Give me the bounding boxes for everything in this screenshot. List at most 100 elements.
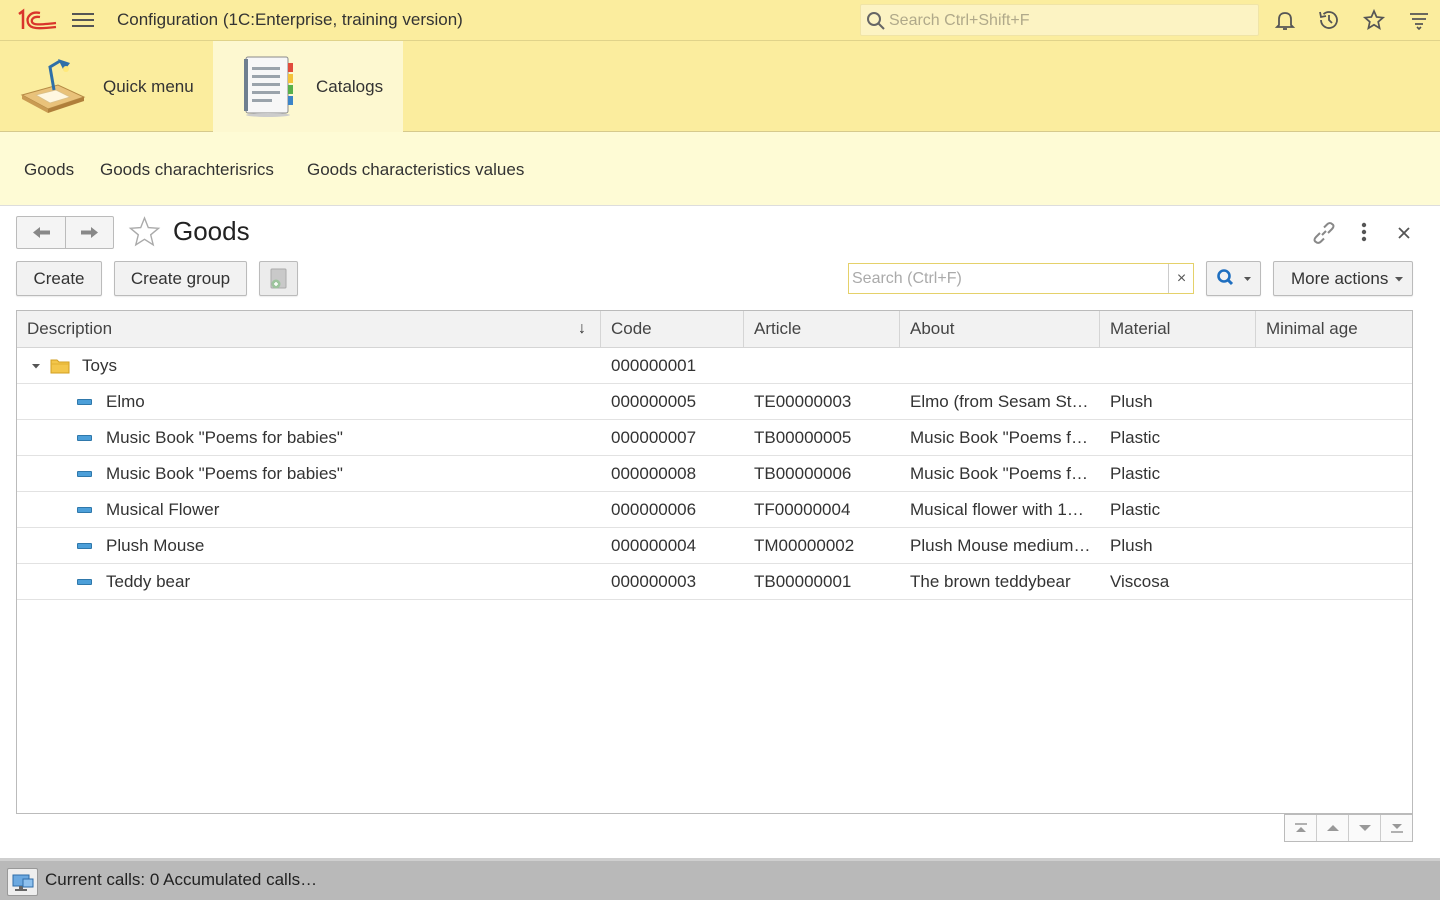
close-icon[interactable] [1391, 220, 1417, 246]
copy-button[interactable] [259, 261, 298, 296]
goods-table[interactable]: Description ↓ Code Article About Materia… [16, 310, 1413, 814]
cell-code: 000000004 [611, 536, 697, 555]
global-search-input[interactable] [889, 10, 1249, 32]
cell-about: Elmo (from Sesam St… [910, 392, 1089, 411]
section-label: Quick menu [103, 77, 194, 96]
table-row[interactable]: Music Book "Poems for babies" 000000008 … [17, 456, 1412, 492]
scroll-to-bottom-icon [1391, 824, 1403, 833]
navigation-buttons [16, 216, 114, 249]
cell-material: Viscosa [1110, 572, 1170, 591]
table-row[interactable]: Music Book "Poems for babies" 000000007 … [17, 420, 1412, 456]
bell-icon[interactable] [1273, 8, 1297, 32]
cell-material: Plush [1110, 392, 1153, 411]
status-text: Current calls: 0 Accumulated calls… [45, 870, 318, 889]
cell-description: Toys [82, 356, 117, 375]
cell-material: Plush [1110, 536, 1153, 555]
function-panel: Goods Goods charachterisrics Goods chara… [0, 132, 1440, 206]
global-search-box[interactable] [860, 4, 1259, 36]
column-header-about[interactable]: About [900, 311, 1100, 348]
folder-icon [50, 359, 70, 374]
more-actions-label: More actions [1291, 269, 1389, 288]
cell-description: Elmo [106, 392, 145, 411]
cell-code: 000000001 [611, 356, 697, 375]
favorites-star-icon[interactable] [1362, 8, 1386, 32]
cell-minimal-age [1266, 456, 1408, 491]
scroll-up-button[interactable] [1317, 815, 1349, 841]
search-options-button[interactable] [1206, 261, 1261, 296]
forward-button[interactable] [66, 217, 114, 248]
scroll-down-icon [1359, 825, 1371, 831]
cell-material: Plastic [1110, 464, 1161, 483]
column-header-code[interactable]: Code [601, 311, 744, 348]
link-goods-characteristics-values[interactable]: Goods characteristics values [307, 160, 524, 180]
column-header-minimal-age[interactable]: Minimal age [1256, 311, 1412, 348]
list-search-box[interactable]: × [848, 263, 1194, 294]
section-quick-menu[interactable]: Quick menu [0, 41, 213, 132]
cell-code: 000000006 [611, 500, 697, 519]
create-button[interactable]: Create [16, 261, 102, 296]
table-row[interactable]: Teddy bear 000000003 TB00000001 The brow… [17, 564, 1412, 600]
quick-menu-icon [20, 59, 86, 113]
scroll-to-top-button[interactable] [1285, 815, 1317, 841]
cell-description: Plush Mouse [106, 536, 205, 555]
status-bar: Current calls: 0 Accumulated calls… [0, 858, 1440, 900]
catalog-item-icon [77, 543, 92, 549]
list-search-input[interactable] [852, 267, 1164, 290]
sections-panel: Quick menu Catalogs [0, 41, 1440, 132]
app-title: Configuration (1C:Enterprise, training v… [117, 10, 463, 29]
clear-search-button[interactable]: × [1168, 264, 1194, 293]
back-button[interactable] [17, 217, 65, 248]
catalog-item-icon [77, 399, 92, 405]
link-goods-characteristics[interactable]: Goods charachterisrics [100, 160, 274, 180]
link-icon[interactable] [1311, 220, 1337, 246]
1c-logo [18, 8, 57, 30]
scroll-down-button[interactable] [1349, 815, 1381, 841]
table-row[interactable]: Musical Flower 000000006 TF00000004 Musi… [17, 492, 1412, 528]
cell-about: Music Book "Poems f… [910, 464, 1088, 483]
cell-about: Music Book "Poems f… [910, 428, 1088, 447]
scroll-to-bottom-button[interactable] [1381, 815, 1413, 841]
expand-triangle-icon[interactable] [31, 361, 41, 371]
cell-article: TB00000006 [754, 464, 852, 483]
search-dropdown-icon [1217, 269, 1251, 286]
cell-article: TF00000004 [754, 500, 851, 519]
cell-about: The brown teddybear [910, 572, 1071, 591]
column-header-description[interactable]: Description ↓ [17, 311, 601, 348]
table-group-row[interactable]: Toys 000000001 [17, 348, 1412, 384]
performance-button[interactable] [7, 868, 38, 896]
cell-article: TM00000002 [754, 536, 855, 555]
more-actions-button[interactable]: More actions [1273, 261, 1413, 296]
table-header: Description ↓ Code Article About Materia… [17, 311, 1412, 348]
cell-minimal-age [1266, 384, 1408, 419]
sort-descending-icon: ↓ [578, 320, 586, 337]
main-menu-icon[interactable] [72, 10, 94, 30]
section-catalogs[interactable]: Catalogs [213, 41, 403, 132]
section-label: Catalogs [316, 77, 384, 96]
cell-article: TE00000003 [754, 392, 852, 411]
history-icon[interactable] [1317, 8, 1341, 32]
cell-about: Musical flower with 1… [910, 500, 1084, 519]
more-vertical-icon[interactable] [1351, 220, 1377, 246]
table-row[interactable]: Elmo 000000005 TE00000003 Elmo (from Ses… [17, 384, 1412, 420]
column-header-material[interactable]: Material [1100, 311, 1256, 348]
chevron-down-icon [1395, 277, 1403, 282]
arrow-right-icon [81, 227, 98, 238]
catalogs-icon [244, 56, 293, 117]
cell-description: Musical Flower [106, 500, 220, 519]
catalog-item-icon [77, 507, 92, 513]
add-to-favorites-star-icon[interactable] [128, 216, 161, 249]
create-group-button[interactable]: Create group [114, 261, 247, 296]
table-row[interactable]: Plush Mouse 000000004 TM00000002 Plush M… [17, 528, 1412, 564]
copy-icon [270, 268, 287, 289]
catalog-item-icon [77, 471, 92, 477]
cell-article: TB00000001 [754, 572, 852, 591]
link-goods[interactable]: Goods [24, 160, 74, 180]
cell-code: 000000005 [611, 392, 697, 411]
cell-minimal-age [1266, 420, 1408, 455]
column-header-article[interactable]: Article [744, 311, 900, 348]
cell-description: Music Book "Poems for babies" [106, 464, 343, 483]
search-icon [867, 12, 885, 30]
cell-minimal-age [1266, 492, 1408, 527]
settings-menu-icon[interactable] [1407, 8, 1431, 32]
cell-minimal-age [1266, 528, 1408, 563]
